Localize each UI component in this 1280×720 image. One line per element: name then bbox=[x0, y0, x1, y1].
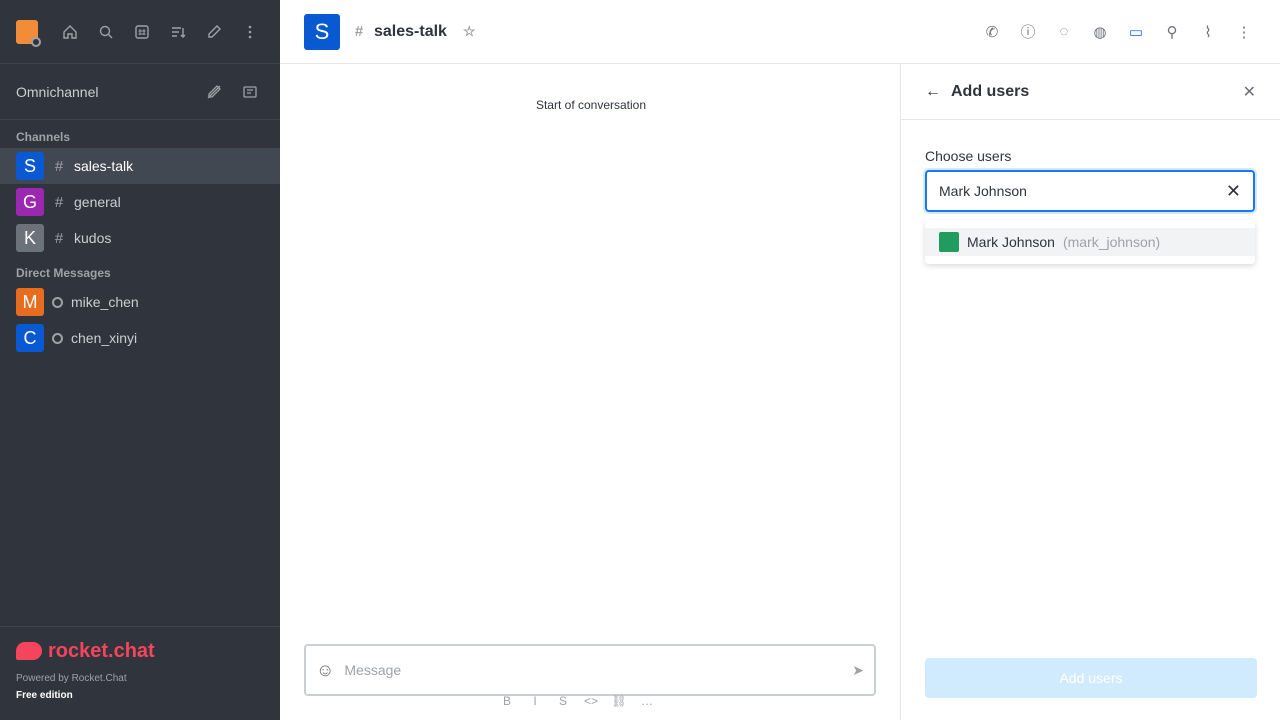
suggestion-name: Mark Johnson bbox=[967, 234, 1055, 250]
threads-icon[interactable]: ◌ bbox=[1052, 20, 1076, 44]
composer-toolbar: B I S <> ⛓ … bbox=[496, 694, 658, 708]
room-avatar: G bbox=[16, 188, 44, 216]
start-of-conversation: Start of conversation bbox=[280, 98, 902, 112]
search-messages-icon[interactable]: ⚲ bbox=[1160, 20, 1184, 44]
channel-hash-icon: # bbox=[54, 193, 64, 211]
message-input[interactable]: Message bbox=[344, 662, 842, 678]
user-suggestions: Mark Johnson (mark_johnson) bbox=[925, 220, 1255, 264]
panel-header: ← Add users ✕ bbox=[901, 64, 1280, 120]
link-icon[interactable]: ⛓ bbox=[608, 694, 630, 708]
code-icon[interactable]: <> bbox=[580, 694, 602, 708]
add-users-panel: ← Add users ✕ Choose users Mark Johnson … bbox=[900, 64, 1280, 720]
choose-users-label: Choose users bbox=[925, 148, 1012, 164]
contact-center-icon[interactable] bbox=[236, 78, 264, 106]
room-avatar: K bbox=[16, 224, 44, 252]
dm-item-mike_chen[interactable]: Mmike_chen bbox=[0, 284, 280, 320]
add-users-button[interactable]: Add users bbox=[925, 658, 1257, 698]
sidebar-toolbar bbox=[56, 18, 264, 46]
dm-list: Mmike_chen Cchen_xinyi bbox=[0, 284, 280, 356]
home-icon[interactable] bbox=[56, 18, 84, 46]
suggestion-avatar bbox=[939, 232, 959, 252]
choose-users-input[interactable]: Mark Johnson ✕ bbox=[925, 170, 1255, 212]
send-icon[interactable]: ➤ bbox=[852, 662, 864, 679]
room-avatar: S bbox=[16, 152, 44, 180]
sort-icon[interactable] bbox=[164, 18, 192, 46]
room-title: # sales-talk ☆ bbox=[352, 23, 476, 41]
edition-label[interactable]: Free edition bbox=[16, 690, 264, 701]
dm-item-chen_xinyi[interactable]: Cchen_xinyi bbox=[0, 320, 280, 356]
channels-header: Channels bbox=[16, 130, 71, 144]
clear-input-icon[interactable]: ✕ bbox=[1226, 181, 1241, 202]
room-name: chen_xinyi bbox=[71, 330, 138, 346]
room-name: sales-talk bbox=[374, 22, 447, 40]
discussion-icon[interactable]: ◍ bbox=[1088, 20, 1112, 44]
room-avatar: S bbox=[304, 13, 340, 50]
channel-list: S # sales-talk G # general K # kudos bbox=[0, 148, 280, 256]
panel-body: Choose users Mark Johnson ✕ Mark Johnson… bbox=[901, 120, 1280, 292]
files-icon[interactable]: ⌇ bbox=[1196, 20, 1220, 44]
kebab-menu-icon[interactable]: ⋮ bbox=[1232, 20, 1256, 44]
message-composer: ☺ Message ➤ bbox=[304, 644, 876, 696]
user-avatar[interactable] bbox=[16, 19, 41, 47]
panel-title: Add users bbox=[951, 82, 1030, 100]
call-icon[interactable]: ✆ bbox=[980, 20, 1004, 44]
channel-hash-icon: # bbox=[354, 23, 364, 40]
channel-hash-icon: # bbox=[54, 229, 64, 247]
close-icon[interactable]: ✕ bbox=[1243, 82, 1256, 102]
directory-icon[interactable] bbox=[128, 18, 156, 46]
omnichannel-bar: Omnichannel bbox=[0, 64, 280, 120]
room-name: sales-talk bbox=[74, 158, 134, 174]
room-name: general bbox=[74, 194, 121, 210]
omnichannel-offline-icon[interactable] bbox=[200, 78, 228, 106]
sidebar-footer: rocket.chat Powered by Rocket.Chat Free … bbox=[0, 626, 280, 720]
presence-offline-icon bbox=[52, 296, 63, 308]
room-name: mike_chen bbox=[71, 294, 139, 310]
create-new-icon[interactable] bbox=[200, 18, 228, 46]
room-toolbar: ✆ ⓘ ◌ ◍ ▭ ⚲ ⌇ ⋮ bbox=[980, 20, 1256, 44]
sidebar-topbar bbox=[0, 0, 280, 64]
main-area: S # sales-talk ☆ ✆ ⓘ ◌ ◍ ▭ ⚲ ⌇ ⋮ Start o… bbox=[280, 0, 1280, 720]
favorite-star-icon[interactable]: ☆ bbox=[463, 23, 476, 40]
rocket-icon bbox=[16, 642, 42, 660]
back-arrow-icon[interactable]: ← bbox=[925, 83, 941, 101]
sidebar-item-general[interactable]: G # general bbox=[0, 184, 280, 220]
room-info-icon[interactable]: ⓘ bbox=[1016, 20, 1040, 44]
user-status-icon bbox=[31, 36, 41, 47]
bold-icon[interactable]: B bbox=[496, 694, 518, 708]
room-name: kudos bbox=[74, 230, 112, 246]
suggestion-username: (mark_johnson) bbox=[1062, 234, 1161, 250]
dm-header: Direct Messages bbox=[16, 266, 111, 280]
sidebar-item-kudos[interactable]: K # kudos bbox=[0, 220, 280, 256]
room-avatar: C bbox=[16, 324, 44, 352]
omnichannel-label: Omnichannel bbox=[16, 83, 99, 100]
italic-icon[interactable]: I bbox=[524, 694, 546, 708]
search-icon[interactable] bbox=[92, 18, 120, 46]
suggestion-item[interactable]: Mark Johnson (mark_johnson) bbox=[925, 228, 1255, 256]
conversation-area: Start of conversation ☺ Message ➤ B I S … bbox=[280, 64, 902, 720]
powered-by-text: Powered by Rocket.Chat bbox=[16, 673, 127, 684]
strike-icon[interactable]: S bbox=[552, 694, 574, 708]
room-avatar: M bbox=[16, 288, 44, 316]
choose-users-value[interactable]: Mark Johnson bbox=[939, 183, 1226, 199]
emoji-icon[interactable]: ☺ bbox=[316, 660, 334, 681]
members-icon[interactable]: ▭ bbox=[1124, 20, 1148, 44]
app-root: Omnichannel Channels S # sales-talk G # gener… bbox=[0, 0, 1280, 720]
channel-hash-icon: # bbox=[54, 157, 64, 175]
presence-offline-icon bbox=[52, 332, 63, 344]
more-formatting-icon[interactable]: … bbox=[636, 694, 658, 708]
sidebar: Omnichannel Channels S # sales-talk G # gener… bbox=[0, 0, 280, 720]
more-options-icon[interactable] bbox=[236, 18, 264, 46]
logo-text: rocket.chat bbox=[48, 639, 155, 662]
rocketchat-logo[interactable]: rocket.chat bbox=[16, 639, 264, 663]
sidebar-item-sales-talk[interactable]: S # sales-talk bbox=[0, 148, 280, 184]
room-header: S # sales-talk ☆ ✆ ⓘ ◌ ◍ ▭ ⚲ ⌇ ⋮ bbox=[280, 0, 1280, 64]
